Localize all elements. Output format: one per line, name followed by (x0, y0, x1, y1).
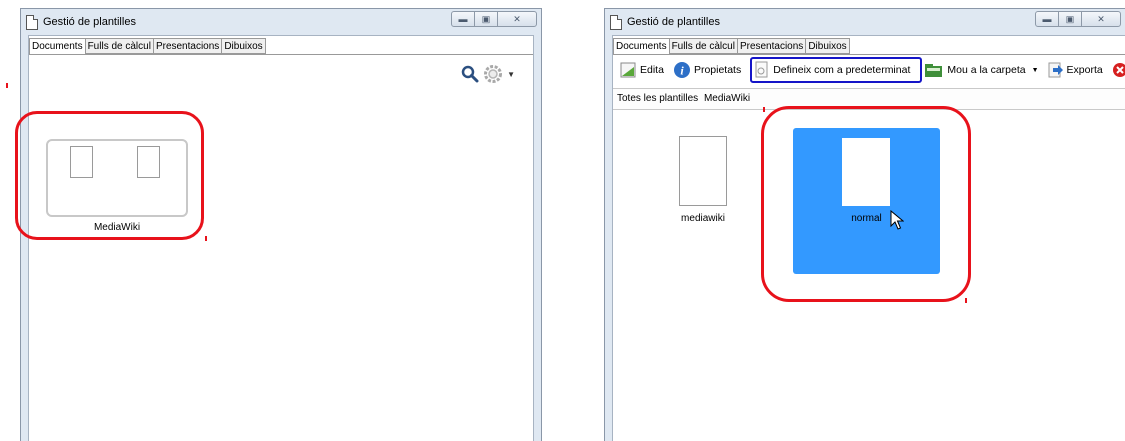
window-client-area: Documents Fulls de càlcul Presentacions … (612, 35, 1125, 441)
export-icon (1048, 62, 1063, 78)
title-bar[interactable]: Gestió de plantilles ▬ ▣ ✕ (21, 9, 541, 35)
title-bar[interactable]: Gestió de plantilles ▬ ▣ ✕ (605, 9, 1125, 35)
tab-presentations[interactable]: Presentacions (152, 38, 223, 54)
highlight-box (750, 57, 922, 83)
tab-drawings[interactable]: Dibuixos (221, 38, 266, 54)
chevron-down-icon[interactable]: ▼ (1032, 67, 1039, 74)
tab-presentations[interactable]: Presentacions (736, 38, 807, 54)
maximize-button[interactable]: ▣ (474, 11, 498, 27)
close-button[interactable]: ✕ (497, 11, 537, 27)
tab-divider (613, 54, 1125, 55)
tab-documents[interactable]: Documents (29, 38, 86, 55)
window-title: Gestió de plantilles (627, 16, 720, 28)
document-icon (26, 15, 38, 30)
properties-label: Propietats (693, 64, 742, 76)
document-icon (610, 15, 622, 30)
edit-icon (620, 62, 636, 78)
window-controls: ▬ ▣ ✕ (451, 11, 537, 27)
annotation-mark (763, 107, 765, 112)
tab-drawings[interactable]: Dibuixos (805, 38, 850, 54)
template-manager-window-right: Gestió de plantilles ▬ ▣ ✕ Documents Ful… (604, 8, 1125, 441)
close-button[interactable]: ✕ (1081, 11, 1121, 27)
export-label: Exporta (1066, 64, 1103, 76)
move-to-folder-label: Mou a la carpeta (947, 64, 1026, 76)
edit-button[interactable]: Edita (619, 61, 664, 79)
delete-button[interactable] (1112, 62, 1125, 78)
breadcrumb-root[interactable]: Totes les plantilles (617, 93, 698, 104)
info-icon: i (673, 62, 690, 78)
delete-icon (1112, 63, 1125, 77)
window-title: Gestió de plantilles (43, 16, 136, 28)
window-client-area: Documents Fulls de càlcul Presentacions … (15, 35, 534, 441)
template-thumbnail-mediawiki[interactable] (679, 136, 727, 206)
tab-divider (29, 54, 533, 55)
move-folder-icon (925, 64, 943, 77)
template-manager-window-left: Gestió de plantilles ▬ ▣ ✕ Documents Ful… (15, 8, 542, 441)
minimize-button[interactable]: ▬ (451, 11, 475, 27)
minimize-button[interactable]: ▬ (1035, 11, 1059, 27)
tab-documents[interactable]: Documents (613, 38, 670, 55)
properties-button[interactable]: i Propietats (673, 61, 741, 79)
tab-bar: Documents Fulls de càlcul Presentacions … (613, 38, 850, 55)
maximize-button[interactable]: ▣ (1058, 11, 1082, 27)
export-button[interactable]: Exporta (1048, 62, 1103, 78)
highlight-ring (761, 106, 971, 302)
annotation-mark (6, 83, 8, 88)
template-label[interactable]: mediawiki (663, 213, 743, 224)
template-view: MediaWiki (15, 56, 533, 441)
tab-spreadsheets[interactable]: Fulls de càlcul (84, 38, 154, 54)
highlight-ring (15, 111, 204, 240)
annotation-mark (965, 298, 967, 303)
annotation-mark (205, 236, 207, 241)
tab-spreadsheets[interactable]: Fulls de càlcul (668, 38, 738, 54)
move-to-folder-button[interactable]: Mou a la carpeta ▼ (924, 62, 1039, 78)
edit-label: Edita (640, 64, 664, 76)
window-controls: ▬ ▣ ✕ (1035, 11, 1121, 27)
tab-bar: Documents Fulls de càlcul Presentacions … (29, 38, 266, 55)
breadcrumb-folder[interactable]: MediaWiki (704, 93, 750, 104)
